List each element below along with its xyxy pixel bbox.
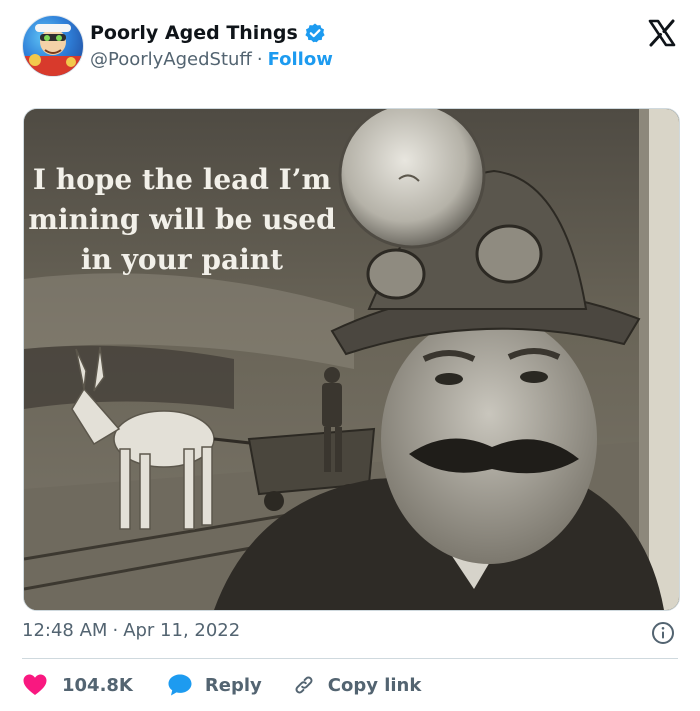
tweet-timestamp[interactable]: 12:48 AM · Apr 11, 2022 xyxy=(22,620,240,641)
timestamp-separator: · xyxy=(112,620,119,641)
like-button[interactable]: 104.8K xyxy=(22,673,133,697)
copy-link-button[interactable]: Copy link xyxy=(292,673,422,697)
avatar[interactable] xyxy=(22,15,84,77)
reply-button[interactable]: Reply xyxy=(167,673,262,697)
actions-divider xyxy=(22,658,678,659)
tweet-media-image[interactable]: I hope the lead I’m mining will be used … xyxy=(23,108,680,611)
reply-label: Reply xyxy=(204,674,262,696)
author-name-row: Poorly Aged Things xyxy=(90,22,326,44)
verified-badge-icon xyxy=(304,22,326,44)
headline-line-2: mining will be used xyxy=(28,203,335,236)
link-icon xyxy=(292,673,316,697)
x-logo-icon[interactable] xyxy=(647,18,677,48)
info-icon[interactable] xyxy=(651,621,675,645)
tweet-actions-bar: 104.8K Reply Copy link xyxy=(22,670,421,700)
author-display-name[interactable]: Poorly Aged Things xyxy=(90,22,298,44)
handle-separator: · xyxy=(256,49,263,70)
speech-bubble-icon xyxy=(167,673,193,697)
headline-line-1: I hope the lead I’m xyxy=(33,163,331,196)
author-handle[interactable]: @PoorlyAgedStuff xyxy=(90,49,252,70)
headline-line-3: in your paint xyxy=(81,243,283,276)
copy-link-label: Copy link xyxy=(327,674,422,696)
like-count: 104.8K xyxy=(62,674,133,696)
author-handle-row: @PoorlyAgedStuff · Follow xyxy=(90,49,333,70)
tweet-date[interactable]: Apr 11, 2022 xyxy=(123,620,240,641)
tweet-time[interactable]: 12:48 AM xyxy=(22,620,107,641)
heart-icon xyxy=(22,673,48,697)
follow-button[interactable]: Follow xyxy=(268,49,333,70)
tweet-header: Poorly Aged Things @PoorlyAgedStuff · Fo… xyxy=(0,0,700,98)
